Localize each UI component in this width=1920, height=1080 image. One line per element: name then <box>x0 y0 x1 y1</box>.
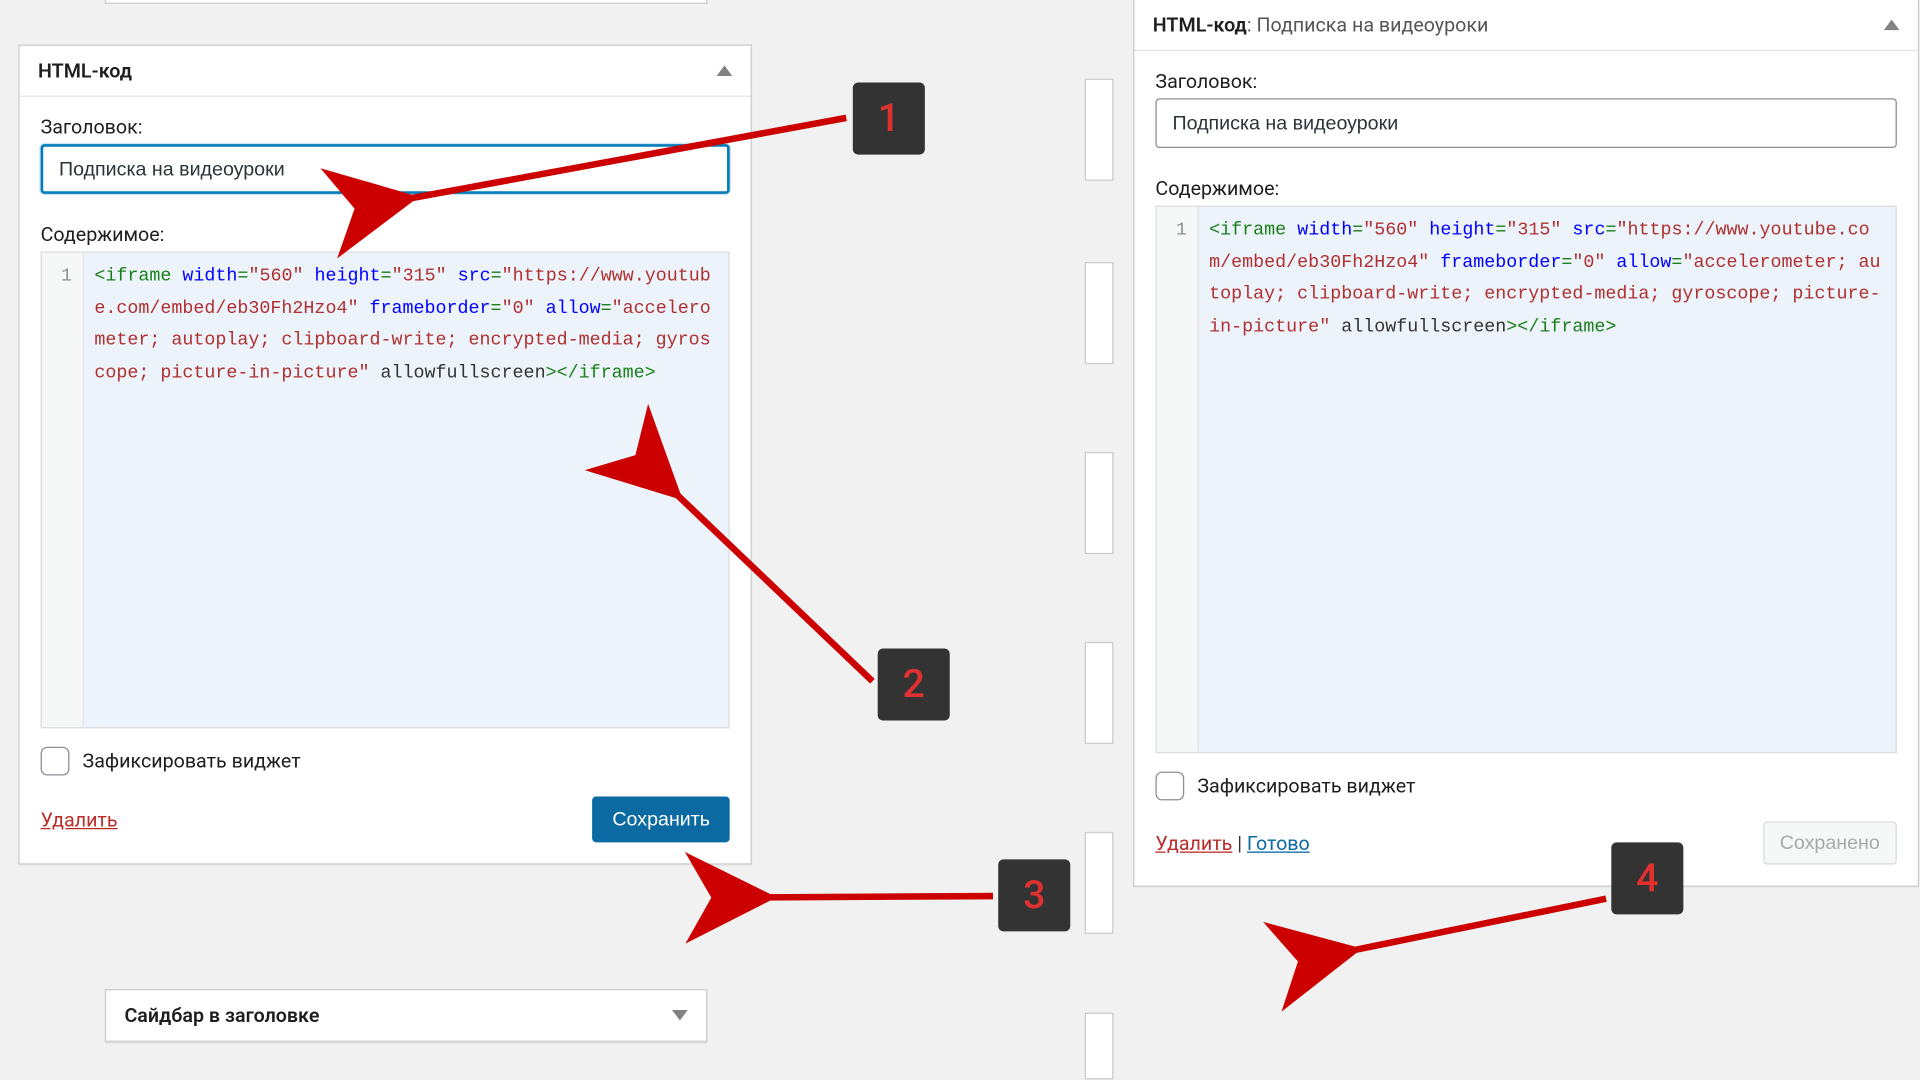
saved-button: Сохранено <box>1763 821 1897 864</box>
delete-link[interactable]: Удалить <box>1155 831 1232 855</box>
title-label: Заголовок: <box>1155 69 1896 93</box>
fix-widget-label: Зафиксировать виджет <box>83 749 301 773</box>
content-label: Содержимое: <box>41 223 730 247</box>
widget-body: Заголовок: Содержимое: 1 <iframe width="… <box>20 97 751 863</box>
content-code-editor[interactable]: 1 <iframe width="560" height="315" src="… <box>1155 206 1896 754</box>
line-number: 1 <box>61 266 72 287</box>
widget-html-code-right: HTML-код: Подписка на видеоуроки Заголов… <box>1133 0 1919 887</box>
annotation-marker-1: 1 <box>853 83 925 155</box>
placeholder-panel <box>1085 1013 1114 1080</box>
placeholder-panel <box>1085 452 1114 554</box>
fix-widget-checkbox[interactable] <box>41 747 70 776</box>
done-link[interactable]: Готово <box>1247 831 1310 855</box>
code-area-left[interactable]: <iframe width="560" height="315" src="ht… <box>84 253 729 727</box>
placeholder-panel <box>1085 79 1114 181</box>
collapse-up-icon <box>717 66 733 76</box>
fix-widget-label: Зафиксировать виджет <box>1197 774 1415 798</box>
collapse-up-icon <box>1884 20 1900 30</box>
placeholder-panel <box>1085 262 1114 364</box>
content-label: Содержимое: <box>1155 177 1896 201</box>
placeholder-panel <box>1085 832 1114 934</box>
annotation-marker-2: 2 <box>878 648 950 720</box>
content-code-editor[interactable]: 1 <iframe width="560" height="315" src="… <box>41 252 730 729</box>
code-gutter: 1 <box>42 253 84 727</box>
title-input[interactable] <box>41 144 730 194</box>
code-area-right[interactable]: <iframe width="560" height="315" src="ht… <box>1199 207 1896 752</box>
widget-header[interactable]: HTML-код: Подписка на видеоуроки <box>1134 0 1917 51</box>
widget-header-title: HTML-код <box>38 59 132 83</box>
save-button[interactable]: Сохранить <box>593 796 730 842</box>
widget-header[interactable]: HTML-код <box>20 46 751 97</box>
annotation-marker-4: 4 <box>1611 842 1683 914</box>
widget-sidebar-header: Сайдбар в заголовке <box>105 989 708 1043</box>
placeholder-panel <box>1085 642 1114 744</box>
widget-html-code-left: HTML-код Заголовок: Содержимое: 1 <ifram… <box>18 45 752 865</box>
code-gutter: 1 <box>1157 207 1199 752</box>
title-label: Заголовок: <box>41 115 730 139</box>
widget-header-title: Сайдбар в заголовке <box>124 1003 319 1027</box>
collapse-down-icon <box>672 1010 688 1020</box>
widget-header-title: HTML-код: Подписка на видеоуроки <box>1153 13 1489 37</box>
annotation-marker-3: 3 <box>998 859 1070 931</box>
placeholder-panel <box>105 0 708 4</box>
delete-link[interactable]: Удалить <box>41 808 118 832</box>
title-input[interactable] <box>1155 98 1896 148</box>
widget-header[interactable]: Сайдбар в заголовке <box>106 990 706 1041</box>
widget-body: Заголовок: Содержимое: 1 <iframe width="… <box>1134 51 1917 885</box>
fix-widget-checkbox[interactable] <box>1155 772 1184 801</box>
line-number: 1 <box>1176 220 1187 241</box>
separator: | <box>1237 831 1247 855</box>
